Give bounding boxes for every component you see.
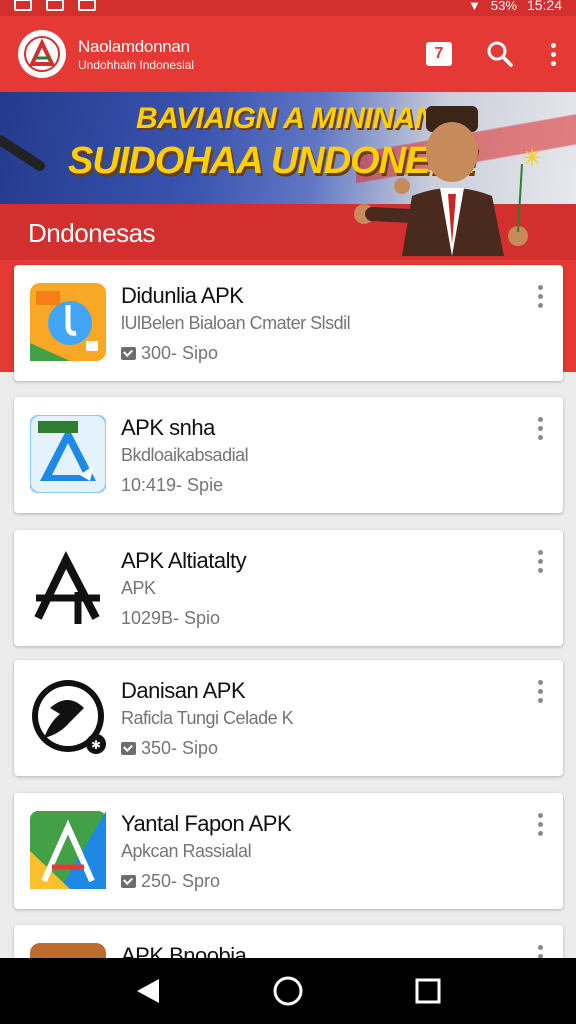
app-titles: Naolamdonnan Undohhaln Indonesial [78,37,194,72]
app-title: APK snha [121,415,215,440]
image-notification-icon [14,0,32,11]
recents-icon[interactable] [415,978,441,1004]
more-vert-icon[interactable] [538,680,543,703]
app-subtitle: Undohhaln Indonesial [78,57,195,72]
status-bar: ▼ 53% 15:24 [0,0,576,16]
app-actions: 7 [426,40,558,68]
svg-text:✳: ✳ [522,144,542,172]
more-vert-icon[interactable] [548,42,558,66]
app-title: Naolamdonnan [78,36,190,56]
app-title: Danisan APK [121,678,246,703]
system-nav-bar [0,958,576,1024]
search-icon[interactable] [486,40,514,68]
pen-decoration [0,135,45,171]
notification-icons [14,0,96,11]
app-subtitle: Apkcan Rassialal [121,841,252,861]
app-size-label: 350- Sipo [141,738,219,758]
calendar-icon[interactable]: 7 [426,42,452,66]
app-title: Didunlia APK [121,283,244,308]
presenter-illustration: ✳ [354,106,542,256]
home-icon[interactable] [272,975,304,1007]
signal-icon: ▼ [468,0,481,13]
app-size-label: 250- Spro [141,871,221,891]
svg-text:✱: ✱ [91,738,101,752]
app-size: 1029B- Spio [121,608,220,629]
app-title: APK Altiatalty [121,548,247,573]
app-size: 250- Spro [121,871,220,892]
message-notification-icon [78,0,96,11]
system-status: ▼ 53% 15:24 [468,0,562,13]
download-icon [121,875,136,888]
app-subtitle: Raficla Tungi Celade K [121,708,294,728]
app-list-item[interactable]: APK snha Bkdloaikabsadial 10:419- Spie [14,397,563,513]
app-logo [18,30,66,78]
clock: 15:24 [526,0,562,13]
more-vert-icon[interactable] [538,813,543,836]
app-size: 10:419- Spie [121,475,223,496]
app-icon [30,415,106,493]
app-subtitle: APK [121,578,156,598]
app-size-label: 1029B- Spio [121,608,221,628]
app-icon: ✱ [32,680,106,754]
app-title: Yantal Fapon APK [121,811,292,836]
app-size-label: 10:419- Spie [121,475,224,495]
app-bar: Naolamdonnan Undohhaln Indonesial 7 [0,16,576,92]
app-icon [30,283,106,361]
section-title: Dndonesas [28,218,156,248]
app-size: 300- Sipo [121,343,218,364]
back-icon[interactable] [135,977,161,1005]
download-icon [121,347,136,360]
app-notification-icon [46,0,64,11]
more-vert-icon[interactable] [538,417,543,440]
download-icon [121,742,136,755]
app-icon [30,811,106,889]
app-size: 350- Sipo [121,738,218,759]
app-list-item[interactable]: APK Altiatalty APK 1029B- Spio [14,530,563,646]
app-icon [34,551,100,624]
app-subtitle: Bkdloaikabsadial [121,445,249,465]
app-list-item[interactable]: ✱ Danisan APK Raficla Tungi Celade K 350… [14,660,563,776]
app-list-item[interactable]: Yantal Fapon APK Apkcan Rassialal 250- S… [14,793,563,909]
battery-level: 53% [490,0,517,13]
more-vert-icon[interactable] [538,550,543,573]
app-size-label: 300- Sipo [141,343,219,363]
more-vert-icon[interactable] [538,285,543,308]
app-list-item[interactable]: Didunlia APK lUlBelen Bialoan Cmater Sls… [14,265,563,381]
app-subtitle: lUlBelen Bialoan Cmater Slsdil [121,313,351,333]
